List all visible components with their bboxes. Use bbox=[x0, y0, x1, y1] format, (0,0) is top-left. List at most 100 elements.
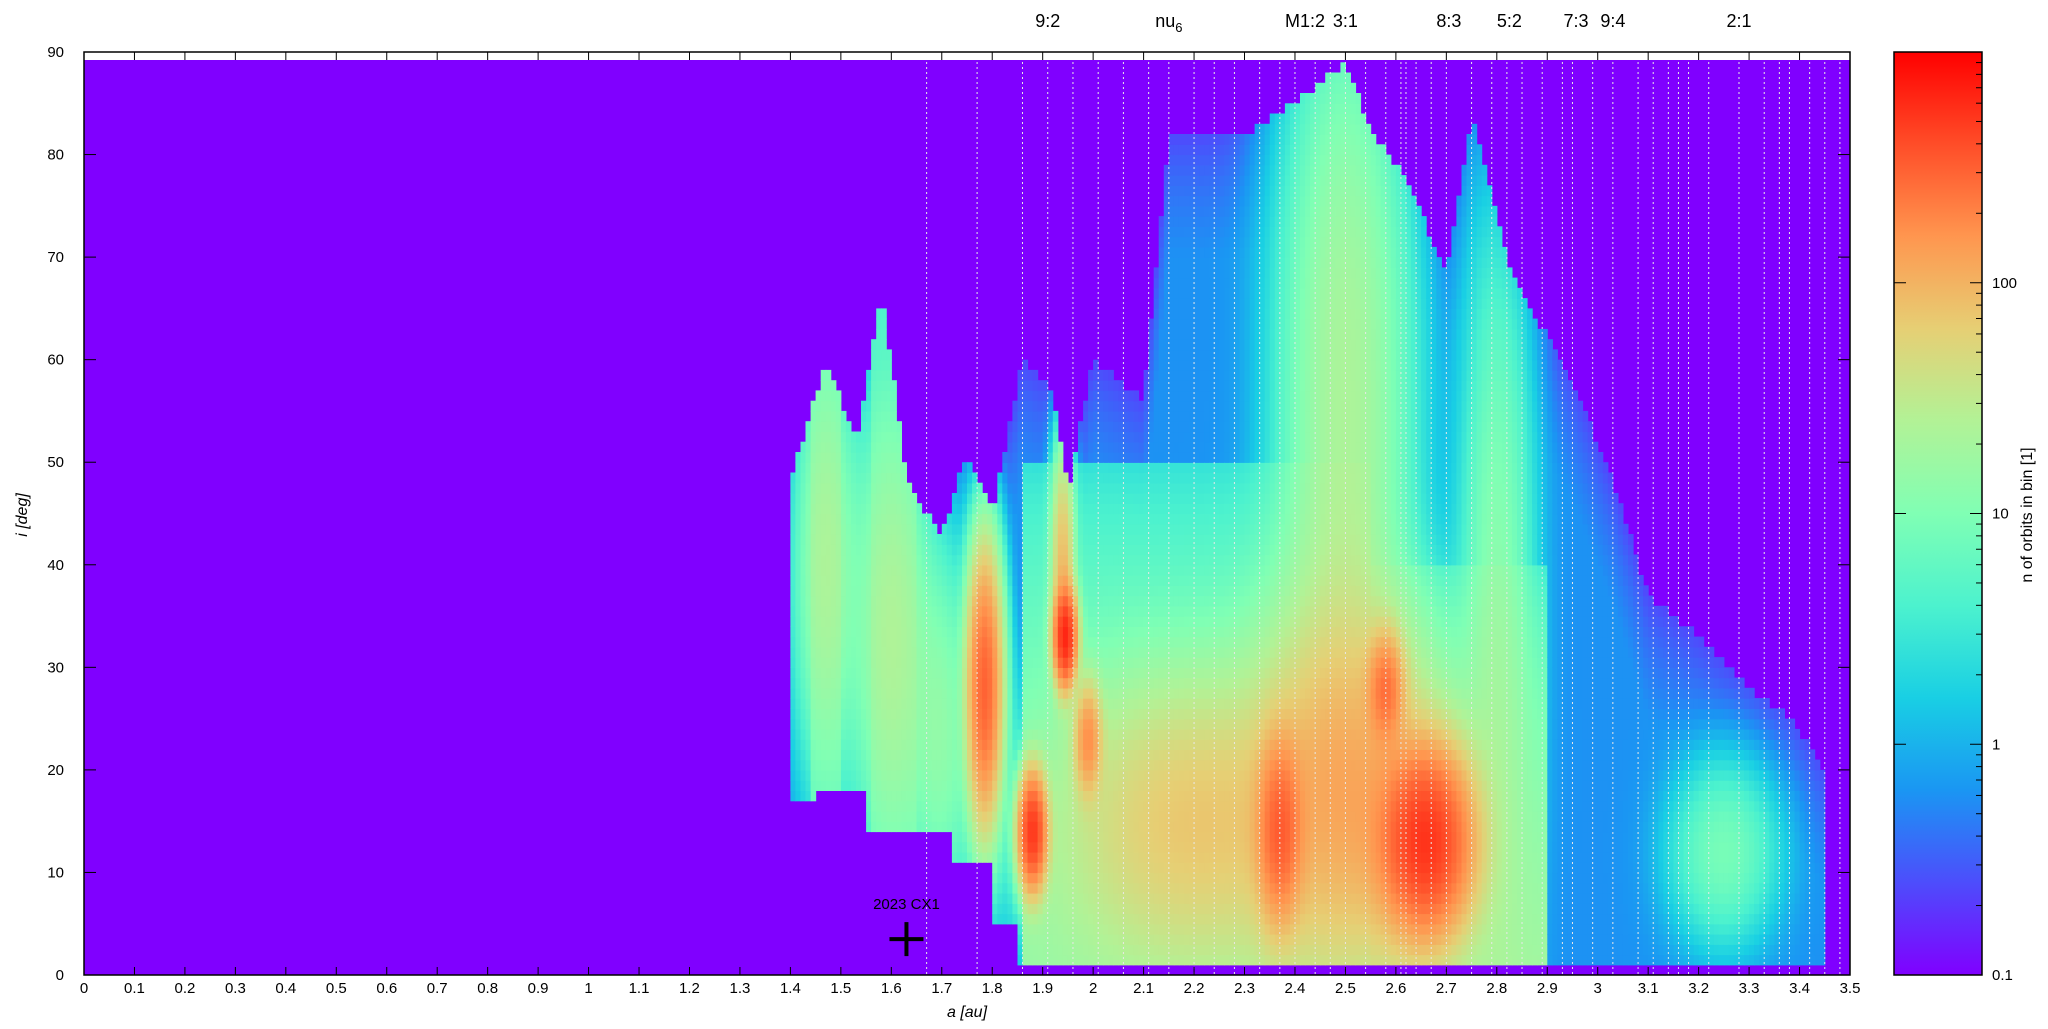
heatmap-cell bbox=[1199, 349, 1205, 361]
heatmap-cell bbox=[1244, 698, 1251, 709]
heatmap-cell bbox=[1123, 810, 1129, 822]
heatmap-cell bbox=[1224, 328, 1230, 340]
heatmap-cell bbox=[1234, 718, 1240, 730]
heatmap-cell bbox=[1184, 503, 1190, 515]
heatmap-cell bbox=[1088, 903, 1094, 915]
heatmap-cell bbox=[896, 800, 902, 812]
heatmap-cell bbox=[861, 698, 867, 709]
heatmap-cell bbox=[1108, 728, 1114, 740]
heatmap-cell bbox=[997, 790, 1003, 802]
heatmap-cell bbox=[1027, 954, 1034, 966]
heatmap-cell bbox=[856, 677, 862, 689]
heatmap-cell bbox=[1173, 554, 1180, 566]
heatmap-cell bbox=[1113, 780, 1119, 791]
heatmap-cell bbox=[1219, 954, 1225, 966]
heatmap-cell bbox=[871, 534, 877, 545]
heatmap-cell bbox=[835, 523, 842, 535]
heatmap-cell bbox=[820, 667, 827, 679]
heatmap-cell bbox=[790, 759, 796, 771]
heatmap-cell bbox=[1138, 636, 1145, 648]
heatmap-cell bbox=[1148, 564, 1155, 576]
heatmap-cell bbox=[1088, 749, 1094, 761]
heatmap-cell bbox=[951, 718, 958, 730]
heatmap-cell bbox=[1224, 164, 1230, 176]
heatmap-cell bbox=[1012, 431, 1018, 443]
heatmap-cell bbox=[1184, 790, 1190, 802]
heatmap-cell bbox=[1199, 205, 1205, 217]
heatmap-cell bbox=[906, 780, 913, 791]
heatmap-cell bbox=[901, 646, 907, 658]
heatmap-cell bbox=[866, 369, 872, 381]
heatmap-cell bbox=[835, 698, 842, 709]
heatmap-cell bbox=[1017, 585, 1024, 597]
heatmap-cell bbox=[1148, 893, 1155, 904]
heatmap-cell bbox=[1249, 328, 1256, 340]
heatmap-cell bbox=[1022, 534, 1029, 545]
heatmap-cell bbox=[1168, 646, 1175, 658]
heatmap-cell bbox=[1249, 831, 1256, 843]
heatmap-cell bbox=[800, 739, 807, 750]
heatmap-cell bbox=[1047, 749, 1054, 761]
heatmap-cell bbox=[1199, 657, 1205, 668]
heatmap-cell bbox=[1173, 144, 1180, 156]
heatmap-cell bbox=[1027, 923, 1034, 935]
heatmap-cell bbox=[1138, 780, 1145, 791]
heatmap-cell bbox=[1219, 134, 1225, 145]
heatmap-cell bbox=[1078, 554, 1084, 566]
heatmap-cell bbox=[1249, 513, 1256, 525]
heatmap-cell bbox=[1153, 359, 1160, 371]
heatmap-cell bbox=[1052, 421, 1059, 433]
heatmap-cell bbox=[1047, 646, 1054, 658]
heatmap-cell bbox=[946, 790, 953, 802]
heatmap-cell bbox=[835, 780, 842, 791]
heatmap-cell bbox=[1108, 739, 1114, 750]
heatmap-cell bbox=[1108, 759, 1114, 771]
heatmap-cell bbox=[1022, 380, 1029, 392]
heatmap-cell bbox=[886, 595, 892, 607]
heatmap-cell bbox=[1259, 687, 1266, 699]
heatmap-cell bbox=[1178, 482, 1185, 494]
heatmap-cell bbox=[977, 759, 983, 771]
heatmap-cell bbox=[886, 759, 892, 771]
heatmap-cell bbox=[977, 564, 983, 576]
heatmap-cell bbox=[805, 605, 812, 617]
heatmap-cell bbox=[1128, 503, 1135, 515]
heatmap-cell bbox=[936, 759, 943, 771]
heatmap-cell bbox=[1047, 390, 1054, 402]
heatmap-cell bbox=[1239, 390, 1246, 402]
heatmap-cell bbox=[1199, 400, 1205, 412]
heatmap-cell bbox=[881, 513, 887, 525]
heatmap-cell bbox=[896, 698, 902, 709]
heatmap-cell bbox=[1239, 216, 1246, 227]
heatmap-cell bbox=[1098, 821, 1104, 833]
heatmap-cell bbox=[1022, 595, 1029, 607]
heatmap-cell bbox=[992, 862, 998, 874]
heatmap-cell bbox=[1098, 677, 1104, 689]
heatmap-cell bbox=[1194, 349, 1200, 361]
heatmap-cell bbox=[1194, 718, 1200, 730]
heatmap-cell bbox=[1138, 626, 1145, 638]
heatmap-cell bbox=[931, 575, 938, 586]
heatmap-cell bbox=[876, 308, 882, 320]
heatmap-cell bbox=[1103, 810, 1109, 822]
heatmap-cell bbox=[815, 605, 822, 617]
heatmap-cell bbox=[1002, 810, 1008, 822]
heatmap-cell bbox=[1249, 554, 1256, 566]
heatmap-cell bbox=[1239, 134, 1246, 145]
heatmap-cell bbox=[1088, 780, 1094, 791]
heatmap-cell bbox=[956, 513, 963, 525]
heatmap-cell bbox=[1194, 544, 1200, 556]
heatmap-cell bbox=[1239, 687, 1246, 699]
heatmap-cell bbox=[946, 810, 953, 822]
heatmap-cell bbox=[982, 626, 988, 638]
heatmap-cell bbox=[830, 390, 837, 402]
heatmap-cell bbox=[1022, 462, 1029, 474]
heatmap-cell bbox=[1047, 769, 1054, 781]
heatmap-cell bbox=[1214, 882, 1220, 894]
heatmap-cell bbox=[1123, 821, 1129, 833]
heatmap-cell bbox=[1184, 318, 1190, 330]
heatmap-cell bbox=[1148, 359, 1155, 371]
heatmap-cell bbox=[1244, 431, 1251, 443]
heatmap-cell bbox=[1118, 564, 1124, 576]
heatmap-cell bbox=[1219, 185, 1225, 197]
